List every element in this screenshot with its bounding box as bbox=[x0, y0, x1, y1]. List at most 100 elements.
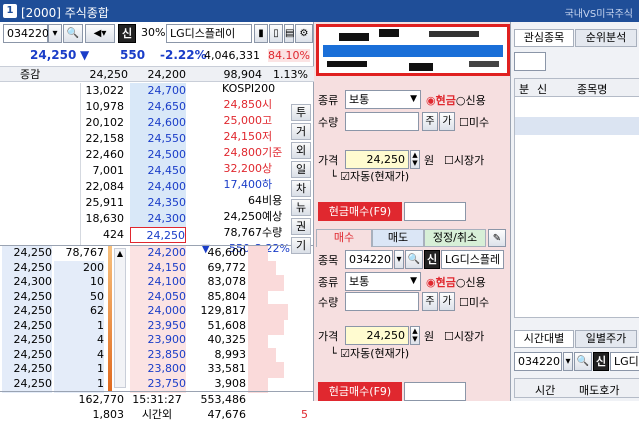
price-change: 550 bbox=[120, 48, 146, 62]
info-row: 24,150 저 bbox=[190, 129, 290, 145]
speaker-icon[interactable]: ◀▾ bbox=[85, 24, 115, 43]
side-button[interactable]: 외 bbox=[291, 142, 311, 159]
bid-row[interactable]: 24,250 62 24,000 129,817 bbox=[0, 304, 314, 320]
misu-check-top[interactable]: ☐미수 bbox=[459, 114, 489, 130]
pencil-icon[interactable]: ✎ bbox=[488, 229, 506, 247]
price-spin-bottom[interactable]: ▲ ▼ bbox=[410, 326, 420, 345]
search-icon[interactable]: 🔍 bbox=[63, 24, 83, 43]
kind-select-top[interactable]: 보통 ▼ bbox=[345, 90, 421, 109]
ask-price[interactable]: 24,550 bbox=[130, 131, 186, 147]
auto-check-top[interactable]: └ ☑자동(현재가) bbox=[330, 168, 409, 184]
auto-check-bottom[interactable]: └ ☑자동(현재가) bbox=[330, 345, 409, 361]
layout-icon[interactable]: ▯ bbox=[269, 24, 283, 43]
info-row: 25,000 고 bbox=[190, 113, 290, 129]
ask-price[interactable]: 24,400 bbox=[130, 179, 186, 195]
stock-name-field[interactable]: LG디스플레이 bbox=[166, 24, 252, 43]
trades-scrollbar[interactable]: ▲ bbox=[114, 248, 126, 388]
bid-row[interactable]: 24,250 200 24,150 69,772 bbox=[0, 260, 314, 277]
ask-price[interactable]: 24,300 bbox=[130, 211, 186, 227]
bid-row[interactable]: 24,250 1 23,950 51,608 bbox=[0, 318, 314, 335]
title-right-text: 국내VS미국주식 bbox=[564, 9, 633, 20]
tab-correct[interactable]: 정정/취소 bbox=[424, 229, 486, 247]
side-button[interactable]: 뉴 bbox=[291, 199, 311, 216]
qty-input-top[interactable] bbox=[345, 112, 419, 131]
code-input-bottom[interactable]: 034220 bbox=[345, 250, 393, 269]
side-button[interactable]: 일 bbox=[291, 161, 311, 178]
info-label: 비용 bbox=[262, 194, 283, 207]
kind-select-bottom[interactable]: 보통 ▼ bbox=[345, 272, 421, 291]
bid-row[interactable]: 24,250 78,767 24,200 46,600 bbox=[0, 246, 314, 262]
watchlist-group-select[interactable] bbox=[514, 52, 546, 71]
tab-daily[interactable]: 일별주가 bbox=[575, 330, 637, 348]
ask-price[interactable]: 24,500 bbox=[130, 147, 186, 163]
time-search-icon[interactable]: 🔍 bbox=[574, 352, 592, 371]
ask-qty: 22,084 bbox=[85, 180, 125, 193]
bid-row[interactable]: 24,250 50 24,050 85,804 bbox=[0, 289, 314, 306]
bid-row[interactable]: 24,250 4 23,850 8,993 bbox=[0, 347, 314, 364]
watchlist-table: 분 신 종목명 bbox=[514, 78, 639, 318]
price-spin-top[interactable]: ▲ ▼ bbox=[410, 150, 420, 169]
selected-row[interactable] bbox=[515, 117, 639, 135]
tab-watchlist[interactable]: 관심종목 bbox=[514, 29, 574, 47]
won-label-bottom: 원 bbox=[424, 330, 435, 343]
ask-total: 162,770 bbox=[78, 393, 125, 406]
time-credit-badge: 신 bbox=[593, 352, 609, 371]
credit-label-bottom: 신용 bbox=[465, 276, 486, 289]
name-field-bottom[interactable]: LG디스플레 bbox=[441, 250, 504, 269]
ask-price[interactable]: 24,600 bbox=[130, 115, 186, 131]
code-search-button[interactable]: ▾ bbox=[48, 24, 62, 43]
cash-radio-bottom[interactable]: ◉현금○신용 bbox=[426, 274, 486, 290]
misu-check-bottom[interactable]: ☐미수 bbox=[459, 294, 489, 310]
bid-row[interactable]: 24,250 1 23,750 3,908 bbox=[0, 376, 314, 393]
chevron-down-icon[interactable]: ▼ bbox=[410, 91, 417, 108]
cash-radio-top[interactable]: ◉현금○신용 bbox=[426, 92, 486, 108]
stock-code-input[interactable]: 034220 bbox=[3, 24, 49, 43]
side-button[interactable]: 거 bbox=[291, 123, 311, 140]
submit-extra-bottom[interactable] bbox=[404, 382, 466, 401]
side-button[interactable]: 기 bbox=[291, 237, 311, 254]
bid-row[interactable]: 24,250 1 23,800 33,581 bbox=[0, 362, 314, 378]
tab-time[interactable]: 시간대별 bbox=[514, 330, 574, 348]
ga-button-top[interactable]: 가 bbox=[439, 112, 455, 131]
price-input-bottom[interactable]: 24,250 bbox=[345, 326, 409, 345]
tile-icon[interactable]: ▤ bbox=[284, 24, 294, 43]
ju-button-top[interactable]: 주 bbox=[422, 112, 438, 131]
time-name-field[interactable]: LG디스 bbox=[610, 352, 639, 371]
qty-input-bottom[interactable] bbox=[345, 292, 419, 311]
bid-row[interactable]: 24,250 4 23,900 40,325 bbox=[0, 333, 314, 349]
ask-price[interactable]: 24,700 bbox=[130, 83, 186, 99]
market-check-bottom[interactable]: ☐시장가 bbox=[444, 328, 484, 344]
bid-rows: 24,250 78,767 24,200 46,600 24,250 200 24,150 6… bbox=[0, 246, 314, 393]
ga-button-bottom[interactable]: 가 bbox=[439, 292, 455, 311]
ask-price[interactable]: 24,350 bbox=[130, 195, 186, 211]
chart-icon[interactable]: ▮ bbox=[254, 24, 268, 43]
chevron-down-icon[interactable]: ▼ bbox=[410, 273, 417, 290]
submit-extra-top[interactable] bbox=[404, 202, 466, 221]
ask-price[interactable]: 24,450 bbox=[130, 163, 186, 179]
header-bid: 24,200 bbox=[147, 68, 187, 81]
volume-strength-bar bbox=[108, 246, 112, 391]
ask-price[interactable]: 24,250 bbox=[130, 227, 186, 243]
col-ask-price: 매도호가 bbox=[579, 384, 620, 397]
watchlist-header: 분 신 종목명 bbox=[515, 79, 639, 97]
side-button[interactable]: 투 bbox=[291, 104, 311, 121]
submit-button-bottom[interactable]: 현금매수(F9) bbox=[318, 382, 402, 401]
price-input-top[interactable]: 24,250 bbox=[345, 150, 409, 169]
tab-buy[interactable]: 매수 bbox=[316, 229, 372, 247]
side-button[interactable]: 권 bbox=[291, 218, 311, 235]
code-search-button-bottom[interactable]: ▾ bbox=[394, 250, 404, 269]
tab-ranking[interactable]: 순위분석 bbox=[575, 29, 637, 47]
tab-sell[interactable]: 매도 bbox=[372, 229, 424, 247]
info-row: 24,250 예상 bbox=[190, 209, 290, 225]
time-code-input[interactable]: 034220 bbox=[514, 352, 562, 371]
search-icon-bottom[interactable]: 🔍 bbox=[405, 250, 423, 269]
ju-button-bottom[interactable]: 주 bbox=[422, 292, 438, 311]
bid-row[interactable]: 24,300 10 24,100 83,078 bbox=[0, 275, 314, 291]
time-code-button[interactable]: ▾ bbox=[563, 352, 573, 371]
market-check-top[interactable]: ☐시장가 bbox=[444, 152, 484, 168]
ask-price[interactable]: 24,650 bbox=[130, 99, 186, 115]
gear-icon[interactable]: ⚙ bbox=[295, 24, 313, 43]
submit-button-top[interactable]: 현금매수(F9) bbox=[318, 202, 402, 221]
redacted-banner bbox=[316, 24, 510, 76]
side-button[interactable]: 차 bbox=[291, 180, 311, 197]
